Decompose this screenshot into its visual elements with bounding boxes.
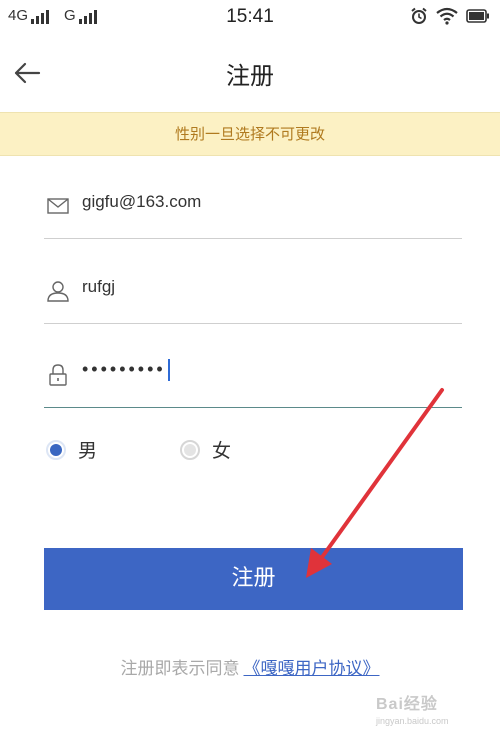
user-icon (47, 281, 69, 302)
agreement-prefix: 注册即表示同意 (120, 659, 240, 679)
page-title: 注册 (226, 62, 274, 90)
envelope-icon (47, 198, 69, 214)
gender-radio-group: 男 女 (44, 436, 464, 472)
gender-male-label: 男 (78, 440, 98, 462)
username-field[interactable]: rufgj (44, 263, 462, 324)
agreement-text: 注册即表示同意 《嘎嘎用户协议》 (0, 654, 500, 679)
radio-unselected-icon (180, 439, 200, 460)
watermark-main: Bai经验 (376, 696, 438, 713)
gender-male-radio[interactable]: 男 (46, 436, 97, 463)
password-value: ••••••••• (82, 359, 170, 382)
gender-female-radio[interactable]: 女 (180, 436, 231, 463)
username-value: rufgj (82, 277, 116, 296)
status-bar: 4G G 15:41 (0, 0, 500, 34)
gender-notice-banner: 性别一旦选择不可更改 (0, 112, 500, 156)
email-value: gigfu@163.com (82, 192, 202, 211)
lock-icon (49, 364, 67, 386)
navbar: 注册 (0, 34, 500, 112)
gender-female-label: 女 (212, 440, 232, 462)
wifi-icon (436, 7, 458, 25)
battery-icon (466, 9, 489, 23)
baidu-watermark: Bai经验 jingyan.baidu.com (376, 690, 486, 736)
register-button[interactable]: 注册 (44, 548, 463, 610)
radio-selected-icon (46, 439, 66, 460)
status-icons (410, 7, 490, 25)
user-agreement-link[interactable]: 《嘎嘎用户协议》 (244, 659, 380, 679)
text-caret (167, 359, 170, 382)
password-field[interactable]: ••••••••• (44, 347, 462, 408)
watermark-sub: jingyan.baidu.com (376, 716, 449, 726)
alarm-icon (411, 7, 427, 24)
email-field[interactable]: gigfu@163.com (44, 178, 462, 239)
password-mask: ••••••••• (82, 359, 166, 379)
